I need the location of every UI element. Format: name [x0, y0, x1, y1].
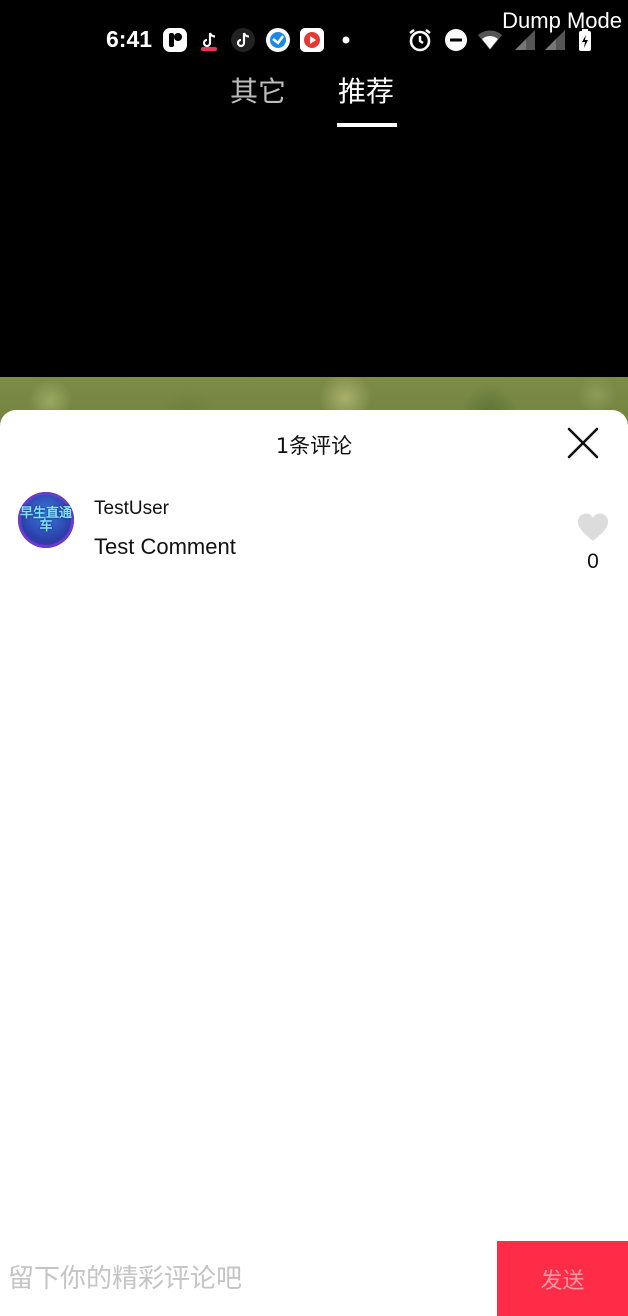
comments-title: 1条评论	[275, 434, 353, 458]
comment-text: Test Comment	[94, 534, 236, 559]
video-app-icon	[299, 27, 325, 53]
browser-icon	[265, 27, 291, 53]
tab-recommend[interactable]: 推荐	[338, 70, 394, 110]
heart-icon	[578, 513, 608, 541]
status-bar: 6:41 Dump Mode	[0, 0, 628, 80]
status-time: 6:41	[106, 26, 153, 52]
tiktok-icon	[196, 27, 222, 53]
battery-icon	[572, 27, 598, 53]
comment-item: 早生直通车 TestUser Test Comment 0	[0, 490, 628, 590]
alarm-icon	[407, 27, 433, 53]
comment-input[interactable]	[0, 1241, 497, 1316]
avatar-label: 早生直通车	[19, 506, 72, 534]
comments-sheet: 1条评论 早生直通车 TestUser Test Comment 0	[0, 410, 628, 1316]
like-button[interactable]	[576, 510, 610, 544]
comment-username[interactable]: TestUser	[94, 498, 169, 520]
signal-icon	[512, 27, 538, 53]
close-button[interactable]	[566, 426, 600, 460]
close-icon	[567, 427, 599, 459]
like-count: 0	[587, 550, 599, 573]
dot-icon	[333, 27, 359, 53]
active-tab-indicator	[337, 123, 397, 127]
tab-other[interactable]: 其它	[230, 70, 286, 110]
avatar[interactable]: 早生直通车	[18, 492, 74, 548]
signal-icon	[542, 27, 568, 53]
comment-composer: 发送	[0, 1241, 628, 1316]
send-button[interactable]: 发送	[497, 1241, 628, 1316]
wifi-icon	[477, 27, 503, 53]
notification-app-icon	[162, 27, 188, 53]
do-not-disturb-icon	[443, 27, 469, 53]
tiktok-icon	[230, 27, 256, 53]
